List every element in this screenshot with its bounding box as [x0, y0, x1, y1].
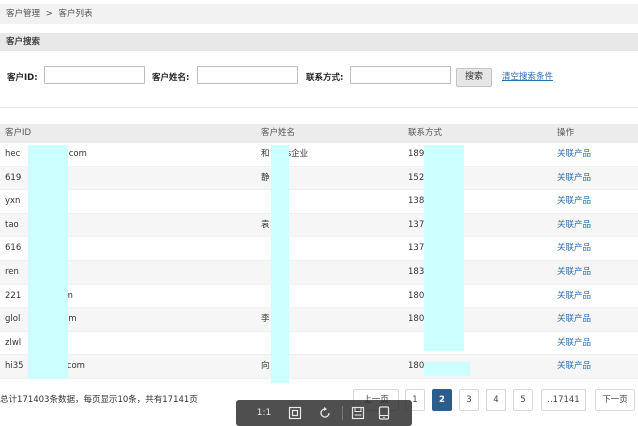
search-bar: 客户ID: 客户姓名: 联系方式: 搜索 清空搜索条件	[0, 60, 638, 90]
last-page-button[interactable]: ..17141	[541, 389, 586, 411]
page-button-4[interactable]: 4	[486, 389, 506, 411]
link-related-products[interactable]: 关联产品	[557, 190, 591, 214]
cell-customer-name: 静	[261, 172, 270, 183]
contact-input[interactable]	[350, 66, 451, 84]
link-related-products[interactable]: 关联产品	[557, 332, 591, 356]
contact-label: 联系方式:	[306, 73, 344, 83]
column-header-contact: 联系方式	[408, 128, 443, 138]
breadcrumb-separator: >	[45, 9, 53, 19]
cell-contact: 180	[408, 314, 425, 325]
redaction-customer-name	[271, 145, 289, 383]
cell-customer-name: 李	[261, 314, 270, 325]
page-button-3[interactable]: 3	[459, 389, 479, 411]
rotate-icon[interactable]	[316, 405, 334, 421]
search-section-title: 客户搜索	[0, 33, 638, 51]
divider	[0, 107, 638, 108]
customer-table: 客户ID 客户姓名 联系方式 操作 hecaliyun.com和es企业189关…	[0, 124, 638, 379]
link-related-products[interactable]: 关联产品	[557, 261, 591, 285]
tablet-icon[interactable]	[375, 405, 393, 421]
breadcrumb-parent[interactable]: 客户管理	[6, 9, 40, 19]
page-button-5[interactable]: 5	[513, 389, 533, 411]
cell-contact: 137	[408, 219, 425, 230]
search-button[interactable]: 搜索	[456, 68, 492, 87]
link-related-products[interactable]: 关联产品	[557, 285, 591, 309]
link-related-products[interactable]: 关联产品	[557, 143, 591, 167]
customer-id-label: 客户ID:	[7, 73, 38, 83]
customer-name-label: 客户姓名:	[152, 73, 190, 83]
table-row: renom183关联产品	[0, 260, 638, 285]
customer-name-input[interactable]	[197, 66, 298, 84]
table-row: hi35liyun.com向180关联产品	[0, 355, 638, 379]
cell-contact: 180	[408, 290, 425, 301]
breadcrumb: 客户管理 > 客户列表	[0, 4, 638, 24]
next-page-button[interactable]: 下一页	[595, 389, 635, 411]
cell-contact: 137	[408, 243, 425, 254]
cell-contact: 152	[408, 172, 425, 183]
table-row: zlwln关联产品	[0, 332, 638, 356]
cell-customer-name: 袁	[261, 219, 270, 230]
link-related-products[interactable]: 关联产品	[557, 167, 591, 191]
link-related-products[interactable]: 关联产品	[557, 308, 591, 332]
table-header: 客户ID 客户姓名 联系方式 操作	[0, 124, 638, 143]
redaction-customer-id	[28, 145, 68, 379]
pagination-summary: 总计171403条数据，每页显示10条，共有17141页	[0, 395, 198, 405]
column-header-customer-name: 客户姓名	[261, 128, 296, 138]
breadcrumb-current: 客户列表	[58, 9, 93, 19]
fit-screen-icon[interactable]	[286, 405, 304, 421]
cell-contact: 189	[408, 149, 425, 159]
cell-customer-name: 向	[261, 361, 270, 372]
customer-id-input[interactable]	[44, 66, 145, 84]
cell-contact: 180	[408, 361, 425, 372]
table-row: yxnom138关联产品	[0, 190, 638, 214]
cell-contact: 138	[408, 196, 425, 207]
page-button-2[interactable]: 2	[432, 389, 452, 411]
cell-contact: 183	[408, 266, 425, 277]
customer-list-page: 客户管理 > 客户列表 客户搜索 客户ID: 客户姓名: 联系方式: 搜索 清空…	[0, 0, 638, 426]
toolbar-separator	[342, 406, 343, 420]
link-related-products[interactable]: 关联产品	[557, 355, 591, 379]
column-header-customer-id: 客户ID	[5, 128, 32, 138]
image-viewer-toolbar: 1:1	[236, 400, 412, 426]
save-icon[interactable]	[349, 405, 367, 421]
table-row: hecaliyun.com和es企业189关联产品	[0, 143, 638, 167]
table-row: tao 袁 137 关联产品	[0, 213, 638, 238]
table-body: hecaliyun.com和es企业189关联产品619q.com静152关联产…	[0, 143, 638, 379]
actual-size-button[interactable]: 1:1	[252, 405, 276, 421]
table-row: 221qq.com180关联产品	[0, 285, 638, 309]
redaction-contact-last	[424, 362, 470, 376]
column-header-actions: 操作	[557, 128, 575, 138]
cell-customer-id: tao	[5, 219, 19, 230]
table-row: 619q.com静152关联产品	[0, 166, 638, 191]
table-row: glolnail.com李180关联产品	[0, 308, 638, 332]
link-related-products[interactable]: 关联产品	[557, 237, 591, 261]
link-related-products[interactable]: 关联产品	[557, 214, 591, 238]
clear-search-link[interactable]: 清空搜索条件	[502, 70, 553, 82]
table-row: 616q.com137关联产品	[0, 237, 638, 261]
redaction-contact	[424, 145, 464, 351]
